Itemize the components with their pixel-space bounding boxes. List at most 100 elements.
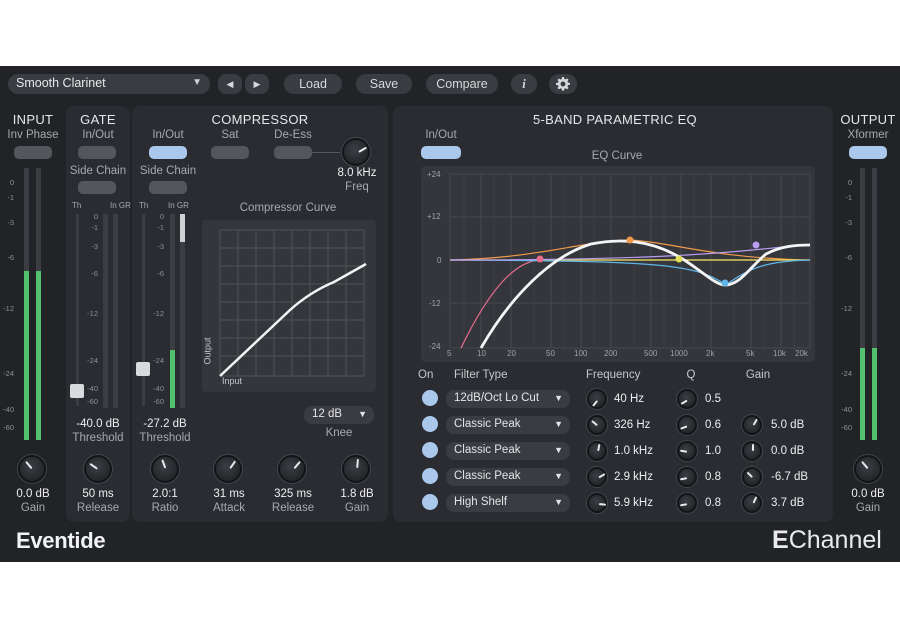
comp-threshold-handle[interactable] bbox=[136, 362, 150, 376]
comp-side-chain-label: Side Chain bbox=[139, 165, 197, 177]
band-4-gain-knob[interactable] bbox=[742, 467, 762, 487]
band-4-gain-value: -6.7 dB bbox=[771, 471, 809, 483]
comp-in-out-label: In/Out bbox=[152, 129, 184, 141]
output-meter-right bbox=[872, 168, 877, 440]
inv-phase-toggle[interactable] bbox=[14, 146, 52, 159]
compressor-title: COMPRESSOR bbox=[211, 112, 309, 127]
load-button[interactable]: Load bbox=[284, 74, 342, 94]
compressor-curve-chart: Input Output bbox=[202, 220, 376, 392]
band-3-filter-type[interactable]: Classic Peak ▼ bbox=[446, 442, 570, 460]
settings-button[interactable] bbox=[549, 74, 577, 94]
band-5-freq-value: 5.9 kHz bbox=[614, 497, 653, 509]
band-5-gain-value: 3.7 dB bbox=[771, 497, 805, 509]
band-3-on-toggle[interactable] bbox=[422, 442, 438, 458]
eq-curve-chart: +24 +12 0 -12 -24 5 10 20 50 100 200 500… bbox=[421, 166, 815, 362]
comp-threshold-track bbox=[142, 214, 145, 406]
gate-meter-scale: 0 -1 -3 -6 -12 -24 -40 -60 bbox=[87, 212, 98, 406]
band-5-freq-knob[interactable] bbox=[587, 493, 607, 513]
output-gain-label: Gain bbox=[855, 502, 881, 514]
band-5-gain-knob[interactable] bbox=[742, 493, 762, 513]
comp-side-chain-toggle[interactable] bbox=[149, 181, 187, 194]
comp-in-meter bbox=[170, 214, 175, 408]
band-2-gain-knob[interactable] bbox=[742, 415, 762, 435]
compare-button[interactable]: Compare bbox=[426, 74, 498, 94]
gate-th-label: Th bbox=[72, 201, 82, 210]
sat-toggle[interactable] bbox=[211, 146, 249, 159]
eq-in-out-toggle[interactable] bbox=[421, 146, 461, 159]
eq-band-row-4: Classic Peak ▼ 2.9 kHz 0.8 -6.7 dB bbox=[0, 467, 900, 487]
band-2-filter-type[interactable]: Classic Peak ▼ bbox=[446, 416, 570, 434]
chevron-down-icon: ▼ bbox=[554, 393, 563, 403]
info-button[interactable]: i bbox=[511, 74, 537, 94]
band-1-freq-knob[interactable] bbox=[587, 389, 607, 409]
eq-y-tick-24: +24 bbox=[427, 170, 441, 179]
band-3-q-knob[interactable] bbox=[677, 441, 697, 461]
eq-band1-curve bbox=[460, 259, 810, 349]
prev-preset-button[interactable]: ◀ bbox=[218, 74, 242, 94]
band-4-q-value: 0.8 bbox=[705, 471, 721, 483]
band-3-gain-knob[interactable] bbox=[742, 441, 762, 461]
eq-header-filter-type: Filter Type bbox=[454, 369, 508, 381]
xformer-label: Xformer bbox=[847, 129, 889, 141]
eq-header-gain: Gain bbox=[745, 369, 771, 381]
gate-threshold-track bbox=[76, 214, 79, 406]
output-gain-value: 0.0 dB bbox=[851, 488, 885, 500]
band-1-filter-type[interactable]: 12dB/Oct Lo Cut ▼ bbox=[446, 390, 570, 408]
de-ess-label: De-Ess bbox=[274, 129, 312, 141]
gate-side-chain-toggle[interactable] bbox=[78, 181, 116, 194]
eq-y-tick-m12: -12 bbox=[429, 299, 441, 308]
output-meter-scale: 0 -1 -3 -6 -12 -24 -40 -60 bbox=[841, 178, 852, 432]
band-2-q-knob[interactable] bbox=[677, 415, 697, 435]
band-3-gain-value: 0.0 dB bbox=[771, 445, 805, 457]
output-title: OUTPUT bbox=[840, 112, 896, 127]
comp-meter-scale: 0 -1 -3 -6 -12 -24 -40 -60 bbox=[153, 212, 164, 406]
output-gain-knob[interactable] bbox=[854, 455, 882, 483]
band-1-freq-value: 40 Hz bbox=[614, 393, 645, 405]
band-5-filter-type[interactable]: High Shelf ▼ bbox=[446, 494, 570, 512]
band-3-freq-knob[interactable] bbox=[587, 441, 607, 461]
eq-band-row-5: High Shelf ▼ 5.9 kHz 0.8 3.7 dB bbox=[0, 493, 900, 513]
band-2-on-toggle[interactable] bbox=[422, 416, 438, 432]
de-ess-toggle[interactable] bbox=[274, 146, 312, 159]
chevron-down-icon: ▼ bbox=[192, 77, 202, 88]
band-2-gain-value: 5.0 dB bbox=[771, 419, 805, 431]
preset-selector[interactable]: Smooth Clarinet ▼ bbox=[8, 74, 210, 94]
band-2-freq-knob[interactable] bbox=[587, 415, 607, 435]
gate-in-out-label: In/Out bbox=[82, 129, 114, 141]
gate-side-chain-label: Side Chain bbox=[69, 165, 127, 177]
xformer-toggle[interactable] bbox=[849, 146, 887, 159]
band-5-q-knob[interactable] bbox=[677, 493, 697, 513]
de-ess-freq-knob[interactable] bbox=[342, 138, 370, 166]
gear-icon bbox=[556, 77, 570, 91]
band-4-freq-knob[interactable] bbox=[587, 467, 607, 487]
band-1-q-knob[interactable] bbox=[677, 389, 697, 409]
band-4-on-toggle[interactable] bbox=[422, 468, 438, 484]
band-1-on-toggle[interactable] bbox=[422, 390, 438, 406]
eq-band4-handle bbox=[721, 279, 729, 287]
band-3-q-value: 1.0 bbox=[705, 445, 721, 457]
gate-in-out-toggle[interactable] bbox=[78, 146, 116, 159]
de-ess-freq-value: 8.0 kHz bbox=[337, 167, 377, 179]
comp-in-out-toggle[interactable] bbox=[149, 146, 187, 159]
inv-phase-label: Inv Phase bbox=[7, 129, 59, 141]
info-icon: i bbox=[522, 77, 526, 91]
input-title: INPUT bbox=[12, 112, 54, 127]
curve-output-label: Output bbox=[202, 337, 213, 365]
de-ess-freq-label: Freq bbox=[345, 181, 369, 193]
band-4-filter-type[interactable]: Classic Peak ▼ bbox=[446, 468, 570, 486]
eq-header-on: On bbox=[418, 369, 434, 381]
gate-title: GATE bbox=[80, 112, 116, 127]
next-preset-button[interactable]: ▶ bbox=[245, 74, 269, 94]
arrow-right-icon: ▶ bbox=[253, 79, 261, 89]
gate-in-meter bbox=[103, 214, 108, 408]
band-2-q-value: 0.6 bbox=[705, 419, 721, 431]
chevron-down-icon: ▼ bbox=[554, 471, 563, 481]
band-2-freq-value: 326 Hz bbox=[614, 419, 651, 431]
eq-header-q: Q bbox=[686, 369, 696, 381]
eq-band2-handle bbox=[626, 236, 634, 244]
eq-y-tick-m24: -24 bbox=[429, 342, 441, 351]
band-4-q-knob[interactable] bbox=[677, 467, 697, 487]
eventide-logo: Eventide bbox=[16, 528, 106, 553]
band-5-on-toggle[interactable] bbox=[422, 494, 438, 510]
save-button[interactable]: Save bbox=[356, 74, 412, 94]
